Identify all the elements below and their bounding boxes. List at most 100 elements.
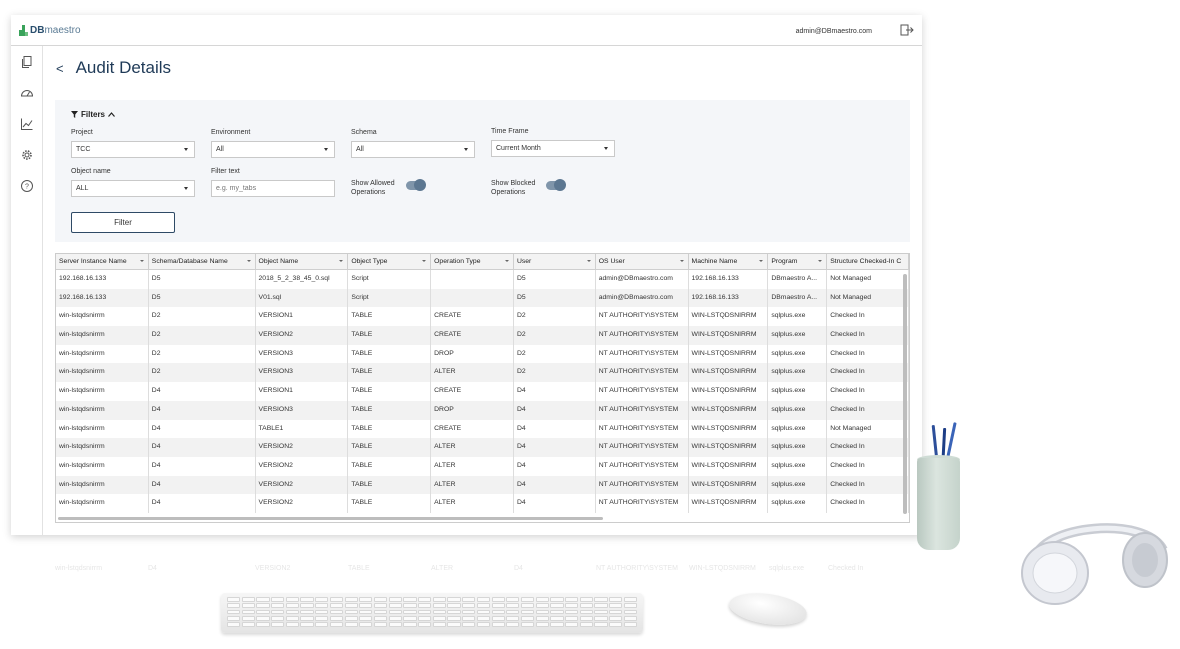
table-cell: win-lstqdsnirrm <box>56 344 149 364</box>
table-row[interactable]: win-lstqdsnirrm D4 VERSION2 TABLE ALTER D4 NT … <box>56 494 909 513</box>
table-cell: D4 <box>514 400 596 420</box>
table-cell: ALTER <box>431 438 514 457</box>
back-button[interactable]: < <box>56 61 64 76</box>
column-header[interactable]: Schema/Database Name <box>149 254 256 270</box>
column-menu-icon[interactable] <box>818 260 823 262</box>
column-header[interactable]: Operation Type <box>431 254 514 270</box>
table-cell: NT AUTHORITY\SYSTEM <box>596 438 689 457</box>
table-cell: TABLE <box>348 382 432 401</box>
column-header[interactable]: Machine Name <box>689 254 769 270</box>
table-cell: sqlplus.exe <box>768 475 828 495</box>
table-row[interactable]: win-lstqdsnirrm D4 VERSION2 TABLE ALTER D4 NT … <box>56 456 909 476</box>
table-cell: TABLE <box>348 344 432 364</box>
column-header[interactable]: Program <box>768 254 828 270</box>
table-cell: VERSION2 <box>256 494 349 513</box>
schema-label: Schema <box>351 129 377 136</box>
table-cell: D2 <box>514 344 596 364</box>
column-header[interactable]: OS User <box>596 254 689 270</box>
table-cell: ALTER <box>431 456 514 476</box>
chevron-down-icon <box>324 148 328 151</box>
schema-select[interactable]: All <box>351 141 475 158</box>
table-cell: sqlplus.exe <box>768 307 828 327</box>
sidebar: ? <box>11 46 43 535</box>
table-cell <box>431 270 514 289</box>
dashboard-gauge-icon[interactable] <box>20 86 34 100</box>
column-menu-icon[interactable] <box>586 260 591 262</box>
table-cell: sqlplus.exe <box>768 419 828 439</box>
vertical-scrollbar[interactable] <box>903 274 907 514</box>
table-cell: win-lstqdsnirrm <box>56 494 149 513</box>
column-menu-icon[interactable] <box>246 260 251 262</box>
filter-text-input[interactable] <box>211 180 335 197</box>
table-cell: WIN-LSTQDSNIRRM <box>689 363 769 383</box>
show-allowed-toggle[interactable] <box>406 179 426 191</box>
project-select[interactable]: TCC <box>71 141 195 158</box>
column-menu-icon[interactable] <box>504 260 509 262</box>
table-cell <box>431 288 514 308</box>
column-header-label: OS User <box>598 258 625 265</box>
project-label: Project <box>71 129 93 136</box>
table-row[interactable]: 192.168.16.133 D5 2018_5_2_38_45_0.sql Scri… <box>56 270 909 289</box>
table-cell: WIN-LSTQDSNIRRM <box>689 419 769 439</box>
show-blocked-label: Show Blocked Operations <box>491 179 535 197</box>
table-row[interactable]: 192.168.16.133 D5 V01.sql Script D5 admin@DBm… <box>56 288 909 308</box>
table-row[interactable]: win-lstqdsnirrm D4 TABLE1 TABLE CREATE D4 NT A… <box>56 419 909 439</box>
table-cell: D2 <box>149 307 256 327</box>
column-header[interactable]: Structure Checked-In C <box>827 254 909 270</box>
time-frame-select[interactable]: Current Month <box>491 140 615 157</box>
copy-icon[interactable] <box>20 55 34 69</box>
column-menu-icon[interactable] <box>139 260 144 262</box>
table-row[interactable]: win-lstqdsnirrm D4 VERSION2 TABLE ALTER D4 NT … <box>56 438 909 457</box>
table-cell: D4 <box>149 494 256 513</box>
dbmaestro-logo[interactable]: DBmaestro <box>19 24 81 36</box>
logout-icon[interactable] <box>900 24 914 36</box>
column-header-label: Structure Checked-In C <box>830 258 902 265</box>
top-bar: DBmaestro admin@DBmaestro.com <box>11 15 922 46</box>
column-header[interactable]: Server Instance Name <box>56 254 149 270</box>
table-cell: D4 <box>514 438 596 457</box>
table-row[interactable]: win-lstqdsnirrm D4 VERSION2 TABLE ALTER D4 NT … <box>56 475 909 495</box>
table-cell: WIN-LSTQDSNIRRM <box>689 344 769 364</box>
table-cell: D4 <box>149 382 256 401</box>
table-cell: D5 <box>149 270 256 289</box>
column-header[interactable]: Object Name <box>256 254 349 270</box>
logo-text: DBmaestro <box>30 24 81 36</box>
filters-toggle-label: Filters <box>81 110 106 119</box>
table-cell: 192.168.16.133 <box>689 270 769 289</box>
table-cell: NT AUTHORITY\SYSTEM <box>596 400 689 420</box>
table-cell: CREATE <box>431 307 514 327</box>
table-cell: NT AUTHORITY\SYSTEM <box>596 363 689 383</box>
table-cell: VERSION1 <box>256 307 349 327</box>
show-allowed-label-line1: Show Allowed <box>351 180 395 187</box>
horizontal-scrollbar[interactable] <box>58 517 603 520</box>
column-menu-icon[interactable] <box>759 260 764 262</box>
help-icon[interactable]: ? <box>20 179 34 193</box>
table-cell: DROP <box>431 344 514 364</box>
show-allowed-label: Show Allowed Operations <box>351 179 395 197</box>
show-blocked-toggle[interactable] <box>546 179 566 191</box>
table-cell: Checked In <box>827 475 909 495</box>
environment-select[interactable]: All <box>211 141 335 158</box>
time-frame-label: Time Frame <box>491 128 529 135</box>
filters-toggle[interactable]: Filters <box>71 110 115 119</box>
analytics-chart-icon[interactable] <box>20 117 34 131</box>
table-row[interactable]: win-lstqdsnirrm D4 VERSION1 TABLE CREATE D4 NT… <box>56 382 909 401</box>
table-row[interactable]: win-lstqdsnirrm D2 VERSION1 TABLE CREATE D2 NT… <box>56 307 909 327</box>
filter-button[interactable]: Filter <box>71 212 175 233</box>
column-menu-icon[interactable] <box>422 260 427 262</box>
object-name-select[interactable]: ALL <box>71 180 195 197</box>
column-header[interactable]: Object Type <box>348 254 432 270</box>
pencil-cup <box>917 458 960 550</box>
table-row[interactable]: win-lstqdsnirrm D2 VERSION2 TABLE CREATE D2 NT… <box>56 326 909 345</box>
show-blocked-label-line1: Show Blocked <box>491 180 536 187</box>
table-row[interactable]: win-lstqdsnirrm D2 VERSION3 TABLE DROP D2 NT A… <box>56 344 909 364</box>
column-menu-icon[interactable] <box>679 260 684 262</box>
object-name-label: Object name <box>71 168 111 175</box>
table-row[interactable]: win-lstqdsnirrm D4 VERSION3 TABLE DROP D4 NT A… <box>56 400 909 420</box>
column-menu-icon[interactable] <box>339 260 344 262</box>
table-cell: NT AUTHORITY\SYSTEM <box>596 307 689 327</box>
settings-gear-icon[interactable] <box>20 148 34 162</box>
table-row[interactable]: win-lstqdsnirrm D2 VERSION3 TABLE ALTER D2 NT … <box>56 363 909 383</box>
table-cell: NT AUTHORITY\SYSTEM <box>596 494 689 513</box>
column-header[interactable]: User <box>514 254 596 270</box>
